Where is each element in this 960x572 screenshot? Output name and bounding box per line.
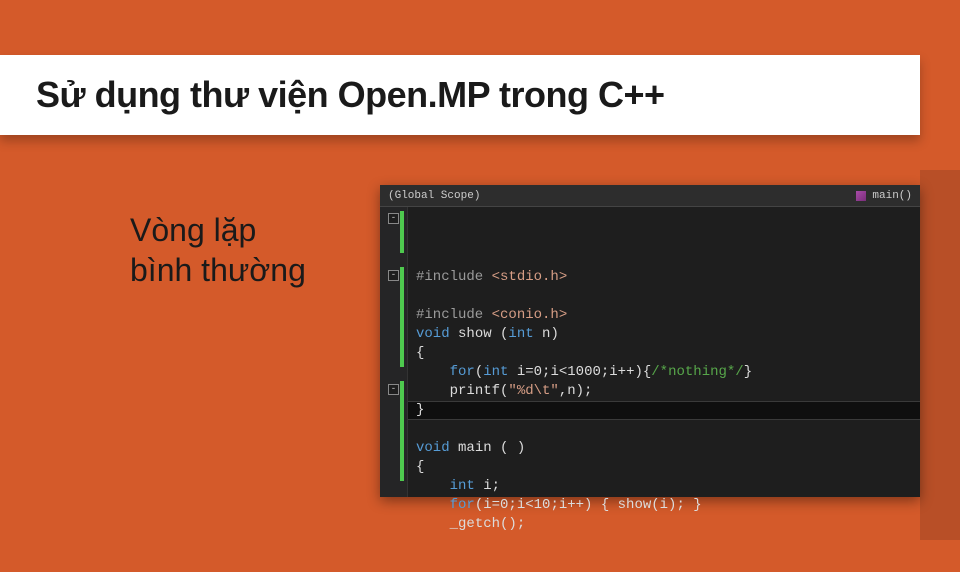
fold-toggle-icon[interactable]: - (388, 384, 399, 395)
code-token: (i=0;i<10;i++) { show(i); } (475, 497, 702, 513)
code-token: ,n); (559, 383, 593, 399)
scope-left: (Global Scope) (388, 190, 480, 202)
title-bar: Sử dụng thư viện Open.MP trong C++ (0, 55, 920, 135)
code-token: printf( (450, 383, 509, 399)
scope-right-group: main() (856, 190, 912, 202)
gutter: - - - (380, 207, 408, 497)
slide-title: Sử dụng thư viện Open.MP trong C++ (36, 74, 665, 116)
code-token: #include (416, 269, 492, 285)
code-token: "%d\t" (508, 383, 558, 399)
code-token: { (416, 345, 424, 361)
code-editor: (Global Scope) main() - - - #include <st… (380, 185, 920, 497)
code-token: } (744, 364, 752, 380)
code-token: { (416, 459, 424, 475)
fold-toggle-icon[interactable]: - (388, 270, 399, 281)
code-token: main ( ) (450, 440, 526, 456)
fold-toggle-icon[interactable]: - (388, 213, 399, 224)
code-token: /*nothing*/ (651, 364, 743, 380)
editor-scope-bar: (Global Scope) main() (380, 185, 920, 207)
function-icon (856, 191, 866, 201)
code-token: show ( (450, 326, 509, 342)
code-area: - - - #include <stdio.h> #include <conio… (380, 207, 920, 497)
right-accent-strip (920, 170, 960, 540)
code-token: ( (475, 364, 483, 380)
scope-right: main() (872, 190, 912, 202)
code-token: int (508, 326, 533, 342)
code-token: <conio.h> (492, 307, 568, 323)
code-lines: #include <stdio.h> #include <conio.h> vo… (416, 268, 920, 534)
code-token: void (416, 326, 450, 342)
code-token: void (416, 440, 450, 456)
change-marker (400, 267, 404, 367)
code-token: for (450, 497, 475, 513)
change-marker (400, 381, 404, 481)
subtitle: Vòng lặp bình thường (130, 210, 306, 290)
code-token: <stdio.h> (492, 269, 568, 285)
code-token: i; (475, 478, 500, 494)
code-token: for (450, 364, 475, 380)
code-token: n) (534, 326, 559, 342)
code-token: } (416, 402, 424, 418)
code-token: i=0;i<1000;i++){ (508, 364, 651, 380)
code-content: #include <stdio.h> #include <conio.h> vo… (408, 207, 920, 497)
code-token: _getch(); (450, 516, 526, 532)
change-marker (400, 211, 404, 253)
code-token: #include (416, 307, 492, 323)
code-token: int (483, 364, 508, 380)
subtitle-line-1: Vòng lặp (130, 212, 256, 248)
code-token: int (450, 478, 475, 494)
subtitle-line-2: bình thường (130, 252, 306, 288)
